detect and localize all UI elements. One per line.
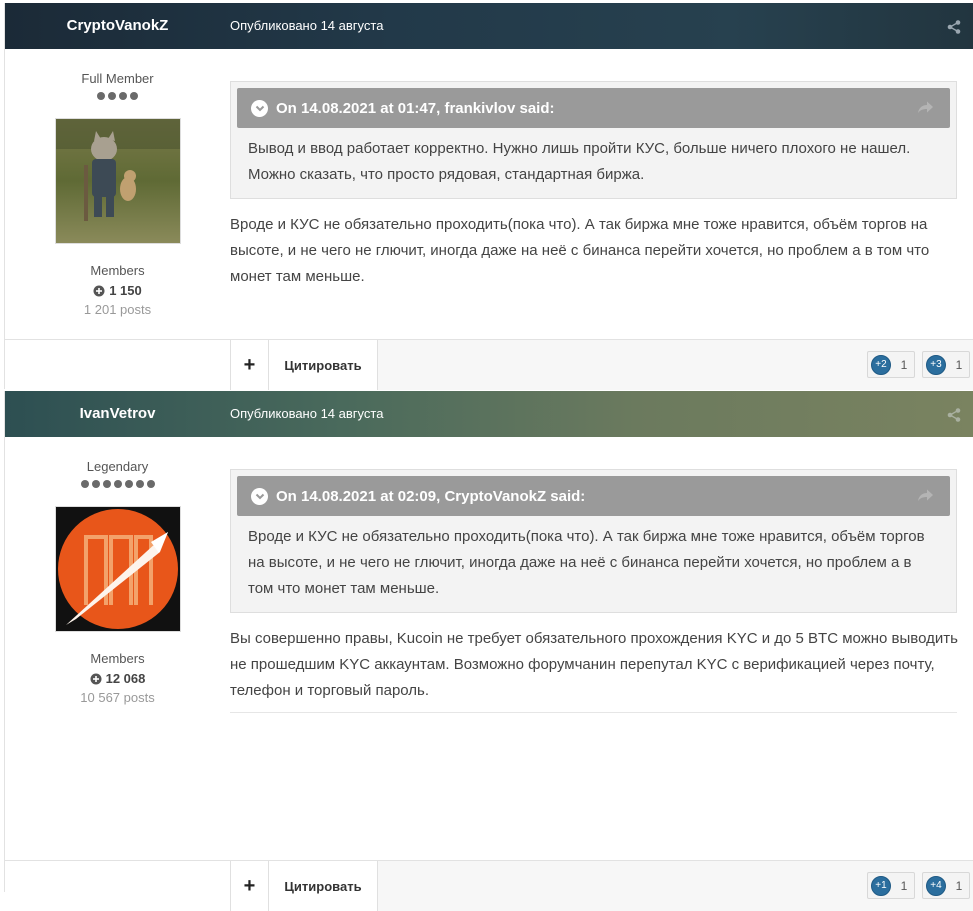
author-name[interactable]: IvanVetrov: [5, 391, 230, 437]
quote-citation: On 14.08.2021 at 02:09, CryptoVanokZ sai…: [276, 487, 586, 505]
multiquote-button[interactable]: +: [230, 861, 269, 911]
reputation: 1 150: [5, 283, 230, 298]
reputation-value: 12 068: [105, 671, 146, 686]
post-count: 1 201 posts: [83, 302, 152, 317]
author-info: Full Member Members 1 150 1 201 posts: [5, 49, 230, 317]
rank-pip: [146, 480, 155, 488]
rank-pip: [102, 480, 111, 488]
published-date[interactable]: Опубликовано 14 августа: [230, 391, 383, 437]
reaction-button[interactable]: +1 1: [867, 872, 915, 899]
rank-pips: [5, 92, 230, 102]
rank-pip: [97, 92, 105, 100]
rank-pip: [108, 92, 116, 100]
post-footer: + Цитировать +1 1 +4 1: [5, 860, 973, 911]
content-divider: [230, 712, 957, 713]
rank-pip: [80, 480, 89, 488]
plus-circle-icon: [93, 285, 105, 296]
footer-spacer: [5, 340, 230, 390]
member-group: Members: [90, 651, 145, 666]
post-count: 10 567 posts: [80, 690, 155, 705]
member-group: Members: [90, 263, 145, 278]
arrow-share-icon[interactable]: [916, 99, 934, 117]
arrow-share-icon[interactable]: [916, 487, 934, 505]
post: IvanVetrov Опубликовано 14 августа Legen…: [4, 391, 973, 911]
reaction-badge: +1: [871, 875, 891, 896]
post-header: CryptoVanokZ Опубликовано 14 августа: [5, 3, 973, 49]
quote-header[interactable]: On 14.08.2021 at 02:09, CryptoVanokZ sai…: [237, 476, 950, 516]
published-date[interactable]: Опубликовано 14 августа: [230, 3, 383, 49]
share-icon[interactable]: [946, 19, 962, 35]
reaction-badge: +2: [871, 354, 891, 375]
chevron-down-icon[interactable]: [251, 99, 268, 117]
post-header: IvanVetrov Опубликовано 14 августа: [5, 391, 973, 437]
reaction-badge: +4: [926, 875, 946, 896]
quote-text: Вроде и КУС не обязательно проходить(пок…: [248, 528, 925, 597]
quote-button[interactable]: Цитировать: [269, 861, 378, 911]
rank-pip: [124, 480, 133, 488]
rank-pip: [135, 480, 144, 488]
rank-pip: [119, 92, 127, 100]
quote-header[interactable]: On 14.08.2021 at 01:47, frankivlov said:: [237, 88, 950, 128]
member-rank: Legendary: [86, 459, 149, 474]
cat-avatar-image: [55, 119, 180, 243]
post-footer: + Цитировать +2 1 +3 1: [5, 339, 973, 390]
member-rank: Full Member: [81, 71, 154, 86]
logo-avatar-image: [55, 507, 180, 631]
reputation-value: 1 150: [109, 283, 142, 298]
reaction-button[interactable]: +3 1: [922, 351, 970, 378]
author-name[interactable]: CryptoVanokZ: [5, 3, 230, 49]
post-content: On 14.08.2021 at 02:09, CryptoVanokZ sai…: [230, 469, 960, 713]
post-body: Вы совершенно правы, Kucoin не требует о…: [230, 630, 958, 699]
plus-circle-icon: [90, 673, 102, 684]
quote-button[interactable]: Цитировать: [269, 340, 378, 390]
quote-block: On 14.08.2021 at 02:09, CryptoVanokZ sai…: [230, 469, 957, 613]
avatar[interactable]: [54, 118, 181, 244]
rank-pip: [130, 92, 138, 100]
footer-spacer: [5, 861, 230, 911]
author-info: Legendary Members 12 068 10 567 posts: [5, 437, 230, 705]
avatar[interactable]: [54, 506, 181, 632]
quote-block: On 14.08.2021 at 01:47, frankivlov said:…: [230, 81, 957, 199]
rank-pip: [91, 480, 100, 488]
reaction-count: 1: [900, 878, 908, 893]
rank-pip: [113, 480, 122, 488]
rank-pips: [5, 480, 230, 490]
reaction-count: 1: [900, 357, 908, 372]
multiquote-button[interactable]: +: [230, 340, 269, 390]
share-icon[interactable]: [946, 407, 962, 423]
post-body: Вроде и КУС не обязательно проходить(пок…: [230, 216, 930, 285]
reaction-badge: +3: [926, 354, 946, 375]
post: CryptoVanokZ Опубликовано 14 августа Ful…: [4, 3, 973, 390]
reaction-count: 1: [955, 357, 963, 372]
reaction-button[interactable]: +4 1: [922, 872, 970, 899]
reputation: 12 068: [5, 671, 230, 686]
post-content: On 14.08.2021 at 01:47, frankivlov said:…: [230, 81, 960, 290]
reaction-button[interactable]: +2 1: [867, 351, 915, 378]
chevron-down-icon[interactable]: [251, 487, 268, 505]
quote-citation: On 14.08.2021 at 01:47, frankivlov said:: [276, 99, 555, 117]
reaction-count: 1: [955, 878, 963, 893]
quote-text: Вывод и ввод работает корректно. Нужно л…: [248, 140, 911, 183]
